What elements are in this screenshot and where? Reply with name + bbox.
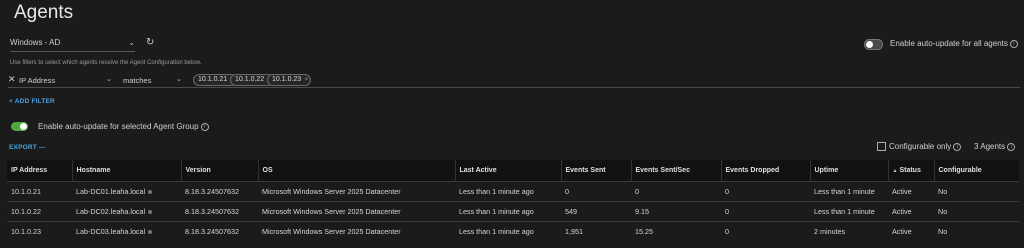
column-header[interactable]: Hostname: [72, 160, 182, 182]
column-header[interactable]: Version: [181, 160, 259, 182]
cell-hostname: Lab-DC02.leaha.local: [72, 201, 181, 222]
cell-events-dropped: 0: [721, 201, 810, 222]
cell-events-sent: 1,951: [561, 221, 631, 241]
info-icon[interactable]: i: [1009, 39, 1018, 48]
chevron-down-icon: ⌄: [128, 38, 135, 47]
filter-hint: Use filters to select which agents recei…: [10, 60, 202, 66]
cell-events-sent: 0: [561, 181, 631, 202]
cell-events-per-sec: 0: [631, 181, 721, 202]
column-header[interactable]: Last Active: [455, 160, 562, 182]
cell-hostname: Lab-DC03.leaha.local: [72, 221, 181, 241]
agent-config-select[interactable]: Windows - AD ⌄: [10, 38, 135, 52]
info-icon[interactable]: i: [1007, 142, 1016, 151]
cell-status: Active: [888, 201, 934, 222]
status-dot-icon: [148, 230, 153, 235]
table-header-row: IP Address Hostname Version OS Last Acti…: [7, 160, 1019, 182]
cell-last-active: Less than 1 minute ago: [455, 181, 561, 202]
column-header[interactable]: Configurable: [934, 160, 1019, 182]
cell-configurable: No: [934, 201, 1019, 222]
column-header[interactable]: OS: [258, 160, 456, 182]
cell-uptime: Less than 1 minute: [810, 201, 888, 222]
cell-os: Microsoft Windows Server 2025 Datacenter: [258, 181, 455, 202]
cell-status: Active: [888, 221, 934, 241]
chevron-down-icon: ⌄: [176, 76, 182, 83]
remove-filter-icon[interactable]: ✕: [8, 74, 16, 85]
cell-events-per-sec: 15.25: [631, 221, 721, 241]
cell-uptime: Less than 1 minute: [810, 181, 888, 202]
cell-events-per-sec: 9.15: [631, 201, 721, 222]
add-filter-button[interactable]: + ADD FILTER: [9, 98, 55, 105]
cell-hostname: Lab-DC01.leaha.local: [72, 181, 181, 202]
status-dot-icon: [148, 210, 153, 215]
auto-update-group-label: Enable auto-update for selected Agent Gr…: [38, 122, 209, 131]
cell-last-active: Less than 1 minute ago: [455, 201, 561, 222]
cell-status: Active: [888, 181, 934, 202]
filter-value-chip[interactable]: 10.1.0.23 ×: [267, 74, 312, 86]
cell-version: 8.18.3.24507632: [181, 181, 258, 202]
configurable-only-checkbox[interactable]: [877, 142, 886, 151]
column-header[interactable]: Events Dropped: [721, 160, 811, 182]
cell-configurable: No: [934, 181, 1019, 202]
column-header[interactable]: Events Sent/Sec: [631, 160, 722, 182]
cell-ip: 10.1.0.22: [7, 201, 72, 222]
cell-configurable: No: [934, 221, 1019, 241]
column-header[interactable]: IP Address: [7, 160, 73, 182]
filter-operator-select[interactable]: matches: [123, 76, 151, 85]
sort-ascending-icon: ▲: [892, 168, 898, 174]
cell-os: Microsoft Windows Server 2025 Datacenter: [258, 201, 455, 222]
chip-remove-icon[interactable]: ×: [305, 75, 309, 85]
table-row[interactable]: 10.1.0.23 Lab-DC03.leaha.local 8.18.3.24…: [7, 221, 1019, 241]
page-title: Agents: [14, 2, 74, 23]
agent-count: 3 Agents i: [974, 142, 1016, 151]
agents-table: IP Address Hostname Version OS Last Acti…: [7, 160, 1019, 241]
cell-version: 8.18.3.24507632: [181, 221, 258, 241]
table-row[interactable]: 10.1.0.21 Lab-DC01.leaha.local 8.18.3.24…: [7, 181, 1019, 202]
filter-field-select[interactable]: IP Address: [19, 76, 55, 85]
cell-events-sent: 549: [561, 201, 631, 222]
cell-version: 8.18.3.24507632: [181, 201, 258, 222]
cell-events-dropped: 0: [721, 181, 810, 202]
column-header[interactable]: Events Sent: [561, 160, 632, 182]
filter-row: ✕ IP Address ⌄ matches ⌄ 10.1.0.21× 10.1…: [8, 73, 1020, 88]
table-row[interactable]: 10.1.0.22 Lab-DC02.leaha.local 8.18.3.24…: [7, 201, 1019, 222]
cell-events-dropped: 0: [721, 221, 810, 241]
cell-ip: 10.1.0.21: [7, 181, 72, 202]
auto-update-group-toggle[interactable]: [11, 122, 28, 131]
info-icon[interactable]: i: [953, 142, 962, 151]
refresh-icon[interactable]: ↻: [146, 37, 154, 48]
auto-update-all-label: Enable auto-update for all agents i: [890, 39, 1018, 48]
column-header[interactable]: Uptime: [810, 160, 889, 182]
info-icon[interactable]: i: [200, 122, 209, 131]
chevron-down-icon: ⌄: [106, 76, 112, 83]
cell-uptime: 2 minutes: [810, 221, 888, 241]
cell-last-active: Less than 1 minute ago: [455, 221, 561, 241]
configurable-only-label: Configurable only i: [889, 142, 962, 151]
cell-os: Microsoft Windows Server 2025 Datacenter: [258, 221, 455, 241]
status-dot-icon: [148, 190, 153, 195]
export-button[interactable]: EXPORT —: [9, 144, 46, 151]
column-header-status[interactable]: ▲ Status: [888, 160, 935, 182]
auto-update-all-toggle[interactable]: [864, 39, 883, 50]
agent-config-value: Windows - AD: [10, 38, 61, 47]
cell-ip: 10.1.0.23: [7, 221, 72, 241]
